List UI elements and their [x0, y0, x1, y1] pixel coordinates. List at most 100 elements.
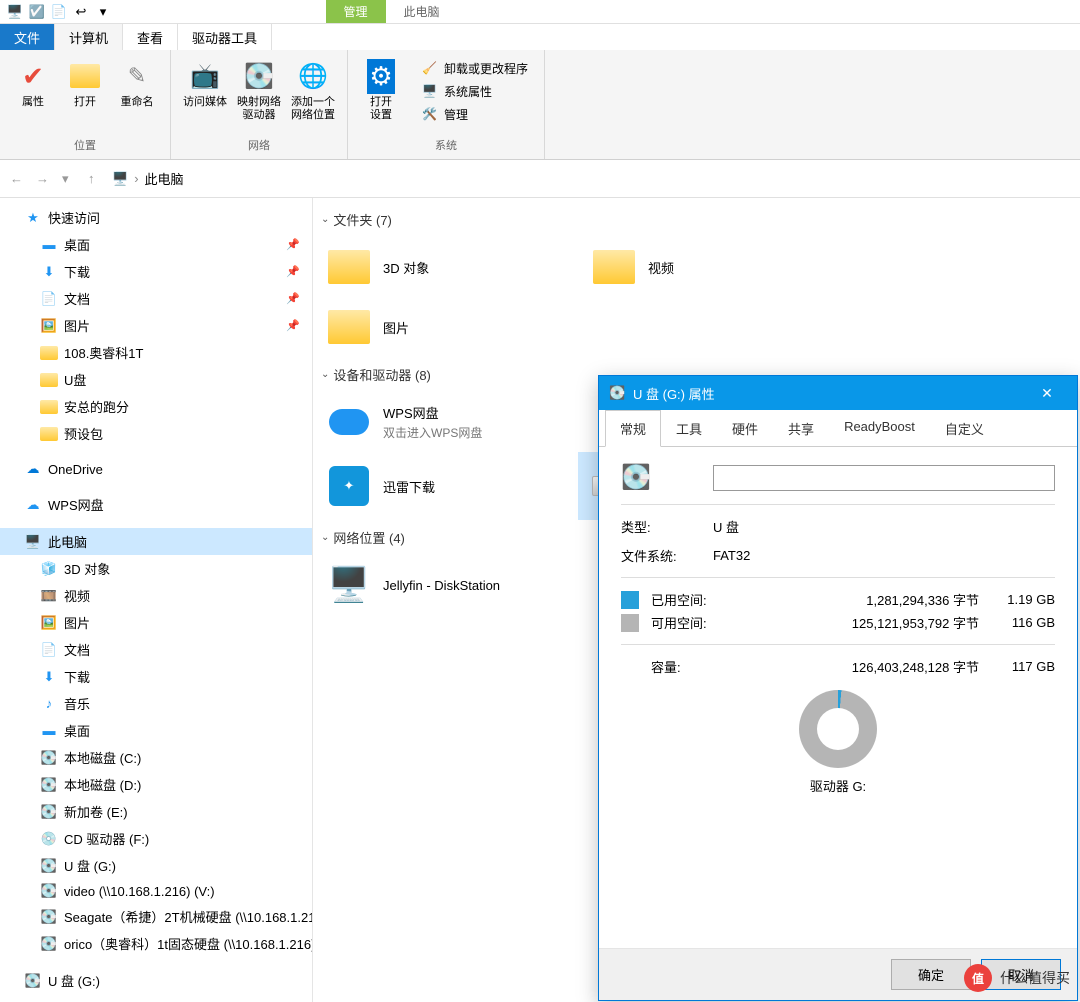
watermark-text: 什么值得买	[1000, 968, 1070, 988]
ribbon-group-system-label: 系统	[435, 137, 457, 155]
capacity-hr: 117 GB	[991, 659, 1055, 674]
ribbon-manage[interactable]: 🛠️管理	[418, 104, 532, 125]
document-icon: 📄	[40, 291, 58, 307]
sidebar-drive-v[interactable]: 💽video (\\10.168.1.216) (V:)	[0, 879, 312, 903]
network-drive-icon: 💽	[40, 883, 58, 899]
tab-drive-tools[interactable]: 驱动器工具	[178, 24, 272, 50]
tab-view[interactable]: 查看	[123, 24, 178, 50]
section-folders[interactable]: ⌄文件夹 (7)	[313, 206, 1080, 233]
sidebar-folder-108[interactable]: 108.奥睿科1T	[0, 339, 312, 366]
desktop-icon: ▬	[40, 723, 58, 739]
network-jellyfin[interactable]: 🖥️Jellyfin - DiskStation	[313, 555, 578, 615]
folder-icon	[40, 345, 58, 361]
tab-tools[interactable]: 工具	[661, 410, 717, 447]
type-value: U 盘	[713, 517, 739, 536]
sidebar-pictures[interactable]: 🖼️图片📌	[0, 312, 312, 339]
sidebar-onedrive[interactable]: ☁OneDrive	[0, 457, 312, 481]
sidebar-quick-access[interactable]: ★快速访问	[0, 204, 312, 231]
tab-file[interactable]: 文件	[0, 24, 55, 50]
free-bytes: 125,121,953,792 字节	[731, 613, 979, 632]
sidebar-drive-orico[interactable]: 💽orico（奥睿科）1t固态硬盘 (\\10.168.1.216)	[0, 930, 312, 957]
sidebar-videos[interactable]: 🎞️视频	[0, 582, 312, 609]
sidebar-3d-objects[interactable]: 🧊3D 对象	[0, 555, 312, 582]
tab-custom[interactable]: 自定义	[930, 410, 999, 447]
usb-icon: 💽	[40, 858, 58, 874]
ribbon-system-properties[interactable]: 🖥️系统属性	[418, 81, 532, 102]
sidebar-desktop2[interactable]: ▬桌面	[0, 717, 312, 744]
close-icon[interactable]: ✕	[1027, 385, 1067, 402]
contextual-tab-manage[interactable]: 管理	[326, 0, 386, 23]
sidebar-music[interactable]: ♪音乐	[0, 690, 312, 717]
sidebar-wps[interactable]: ☁WPS网盘	[0, 491, 312, 518]
ribbon-properties[interactable]: ✔属性	[12, 58, 54, 109]
ok-button[interactable]: 确定	[891, 959, 971, 990]
folder-icon	[40, 426, 58, 442]
qat-checkbox-icon[interactable]: ☑️	[28, 3, 46, 21]
device-xunlei[interactable]: ✦迅雷下载	[313, 452, 578, 520]
sidebar-udisk-folder[interactable]: U盘	[0, 366, 312, 393]
ribbon-open[interactable]: 打开	[64, 58, 106, 109]
nav-up-icon[interactable]: ↑	[88, 171, 104, 187]
device-wps[interactable]: WPS网盘双击进入WPS网盘	[313, 392, 578, 452]
sidebar-this-pc[interactable]: 🖥️此电脑	[0, 528, 312, 555]
sidebar-drive-e[interactable]: 💽新加卷 (E:)	[0, 798, 312, 825]
video-icon: 🎞️	[40, 588, 58, 604]
dialog-titlebar[interactable]: 💽 U 盘 (G:) 属性 ✕	[599, 376, 1077, 410]
nav-forward-icon[interactable]: →	[36, 171, 52, 187]
sidebar-desktop[interactable]: ▬桌面📌	[0, 231, 312, 258]
sidebar-documents2[interactable]: 📄文档	[0, 636, 312, 663]
pin-icon: 📌	[286, 292, 300, 305]
drive-label: 驱动器 G:	[810, 776, 866, 795]
tab-readyboost[interactable]: ReadyBoost	[829, 410, 930, 447]
used-label: 已用空间:	[651, 590, 719, 609]
ribbon-uninstall[interactable]: 🧹卸载或更改程序	[418, 58, 532, 79]
drive-icon: 💽	[609, 385, 625, 401]
undo-icon[interactable]: ↩	[72, 3, 90, 21]
tab-computer[interactable]: 计算机	[55, 24, 123, 50]
computer-icon: 🖥️	[24, 534, 42, 550]
ribbon-add-network[interactable]: 🌐添加一个 网络位置	[291, 58, 335, 122]
app-icon: 🖥️	[6, 3, 24, 21]
download-icon: ⬇	[40, 264, 58, 280]
sidebar-downloads[interactable]: ⬇下载📌	[0, 258, 312, 285]
manage-icon: 🛠️	[422, 107, 438, 123]
breadcrumb-current[interactable]: 此电脑	[145, 169, 184, 188]
sidebar-drive-f[interactable]: 💿CD 驱动器 (F:)	[0, 825, 312, 852]
folder-pictures[interactable]: 图片	[313, 297, 578, 357]
onedrive-icon: ☁	[24, 461, 42, 477]
folder-3d-objects[interactable]: 3D 对象	[313, 237, 578, 297]
sidebar-documents[interactable]: 📄文档📌	[0, 285, 312, 312]
used-bytes: 1,281,294,336 字节	[731, 590, 979, 609]
ribbon-access-media[interactable]: 📺访问媒体	[183, 58, 227, 109]
volume-label-input[interactable]	[713, 465, 1055, 491]
tab-general[interactable]: 常规	[605, 410, 661, 447]
breadcrumb-chevron-icon[interactable]: ›	[134, 171, 138, 186]
nav-dropdown-icon[interactable]: ▾	[62, 171, 78, 187]
ribbon-rename[interactable]: ✎重命名	[116, 58, 158, 109]
capacity-label: 容量:	[651, 657, 719, 676]
sidebar-presets[interactable]: 预设包	[0, 420, 312, 447]
dialog-title: U 盘 (G:) 属性	[633, 384, 715, 403]
sidebar-pictures2[interactable]: 🖼️图片	[0, 609, 312, 636]
ribbon-group-location-label: 位置	[74, 137, 96, 155]
sidebar-anzong[interactable]: 安总的跑分	[0, 393, 312, 420]
folder-videos[interactable]: 视频	[578, 237, 843, 297]
qat-dropdown-icon[interactable]: ▾	[94, 3, 112, 21]
sidebar-drive-d[interactable]: 💽本地磁盘 (D:)	[0, 771, 312, 798]
properties-dialog: 💽 U 盘 (G:) 属性 ✕ 常规 工具 硬件 共享 ReadyBoost 自…	[598, 375, 1078, 1001]
sidebar-drive-g[interactable]: 💽U 盘 (G:)	[0, 852, 312, 879]
nav-back-icon[interactable]: ←	[10, 171, 26, 187]
sidebar-drive-g-root[interactable]: 💽U 盘 (G:)	[0, 967, 312, 994]
qat-folder-icon[interactable]: 📄	[50, 3, 68, 21]
capacity-pie-chart	[799, 690, 877, 768]
ribbon-open-settings[interactable]: ⚙打开 设置	[360, 58, 402, 122]
ribbon-tabs: 文件 计算机 查看 驱动器工具	[0, 24, 1080, 50]
ribbon-map-drive[interactable]: 💽映射网络 驱动器	[237, 58, 281, 122]
music-icon: ♪	[40, 696, 58, 712]
watermark: 值 什么值得买	[964, 964, 1070, 992]
sidebar-drive-seagate[interactable]: 💽Seagate（希捷）2T机械硬盘 (\\10.168.1.216)	[0, 903, 312, 930]
sidebar-downloads2[interactable]: ⬇下载	[0, 663, 312, 690]
tab-sharing[interactable]: 共享	[773, 410, 829, 447]
tab-hardware[interactable]: 硬件	[717, 410, 773, 447]
sidebar-drive-c[interactable]: 💽本地磁盘 (C:)	[0, 744, 312, 771]
